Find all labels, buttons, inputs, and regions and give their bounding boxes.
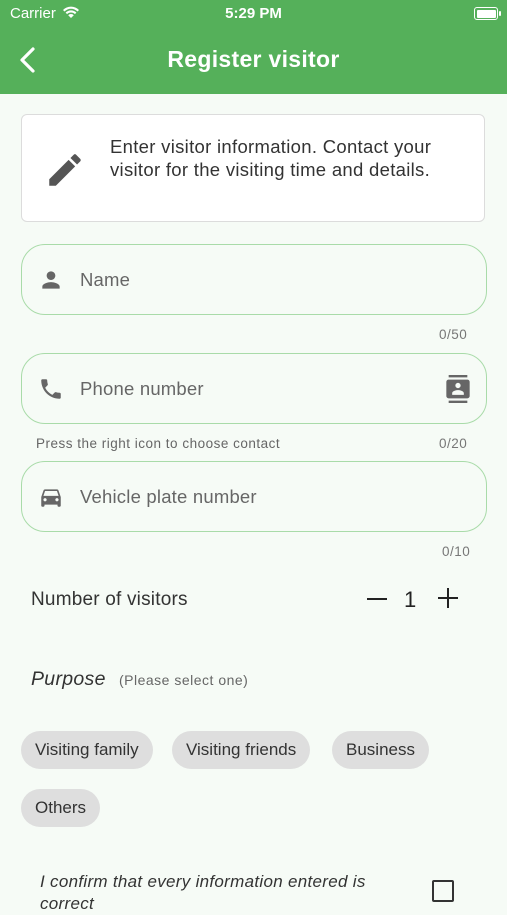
contact-book-icon[interactable] xyxy=(444,374,472,409)
phone-helper-text: Press the right icon to choose contact xyxy=(36,436,281,451)
decrement-button[interactable] xyxy=(366,584,388,614)
chip-visiting-friends[interactable]: Visiting friends xyxy=(172,731,311,769)
name-field[interactable]: Name xyxy=(21,244,487,315)
phone-placeholder: Phone number xyxy=(80,378,204,399)
phone-icon xyxy=(38,376,64,407)
chip-others[interactable]: Others xyxy=(21,789,101,827)
name-placeholder: Name xyxy=(80,269,131,290)
confirm-text: I confirm that every information entered… xyxy=(40,872,366,913)
chip-visiting-family[interactable]: Visiting family xyxy=(21,731,153,769)
vehicle-counter: 0/10 xyxy=(442,544,471,559)
visitors-label: Number of visitors xyxy=(31,589,188,610)
vehicle-field[interactable]: Vehicle plate number xyxy=(21,461,487,532)
vehicle-placeholder: Vehicle plate number xyxy=(80,486,257,507)
page-title: Register visitor xyxy=(167,46,340,72)
purpose-hint: (Please select one) xyxy=(119,672,249,688)
info-card: Enter visitor information. Contact your … xyxy=(21,114,485,222)
confirm-checkbox[interactable] xyxy=(432,880,454,902)
phone-counter: 0/20 xyxy=(439,436,468,451)
name-counter: 0/50 xyxy=(439,327,468,342)
purpose-label: Purpose xyxy=(31,668,106,690)
car-icon xyxy=(38,484,64,515)
info-text: Enter visitor information. Contact your … xyxy=(110,136,432,180)
clock-label: 5:29 PM xyxy=(225,5,282,22)
phone-field[interactable]: Phone number xyxy=(21,353,487,424)
chip-business[interactable]: Business xyxy=(332,731,429,769)
visitor-count: 1 xyxy=(404,587,417,612)
battery-icon xyxy=(474,7,501,20)
increment-button[interactable] xyxy=(437,587,459,609)
pencil-icon xyxy=(44,149,86,196)
person-icon xyxy=(38,267,64,298)
status-bar: Carrier 5:29 PM xyxy=(0,0,507,28)
app-header: Carrier 5:29 PM Register visitor xyxy=(0,0,507,94)
